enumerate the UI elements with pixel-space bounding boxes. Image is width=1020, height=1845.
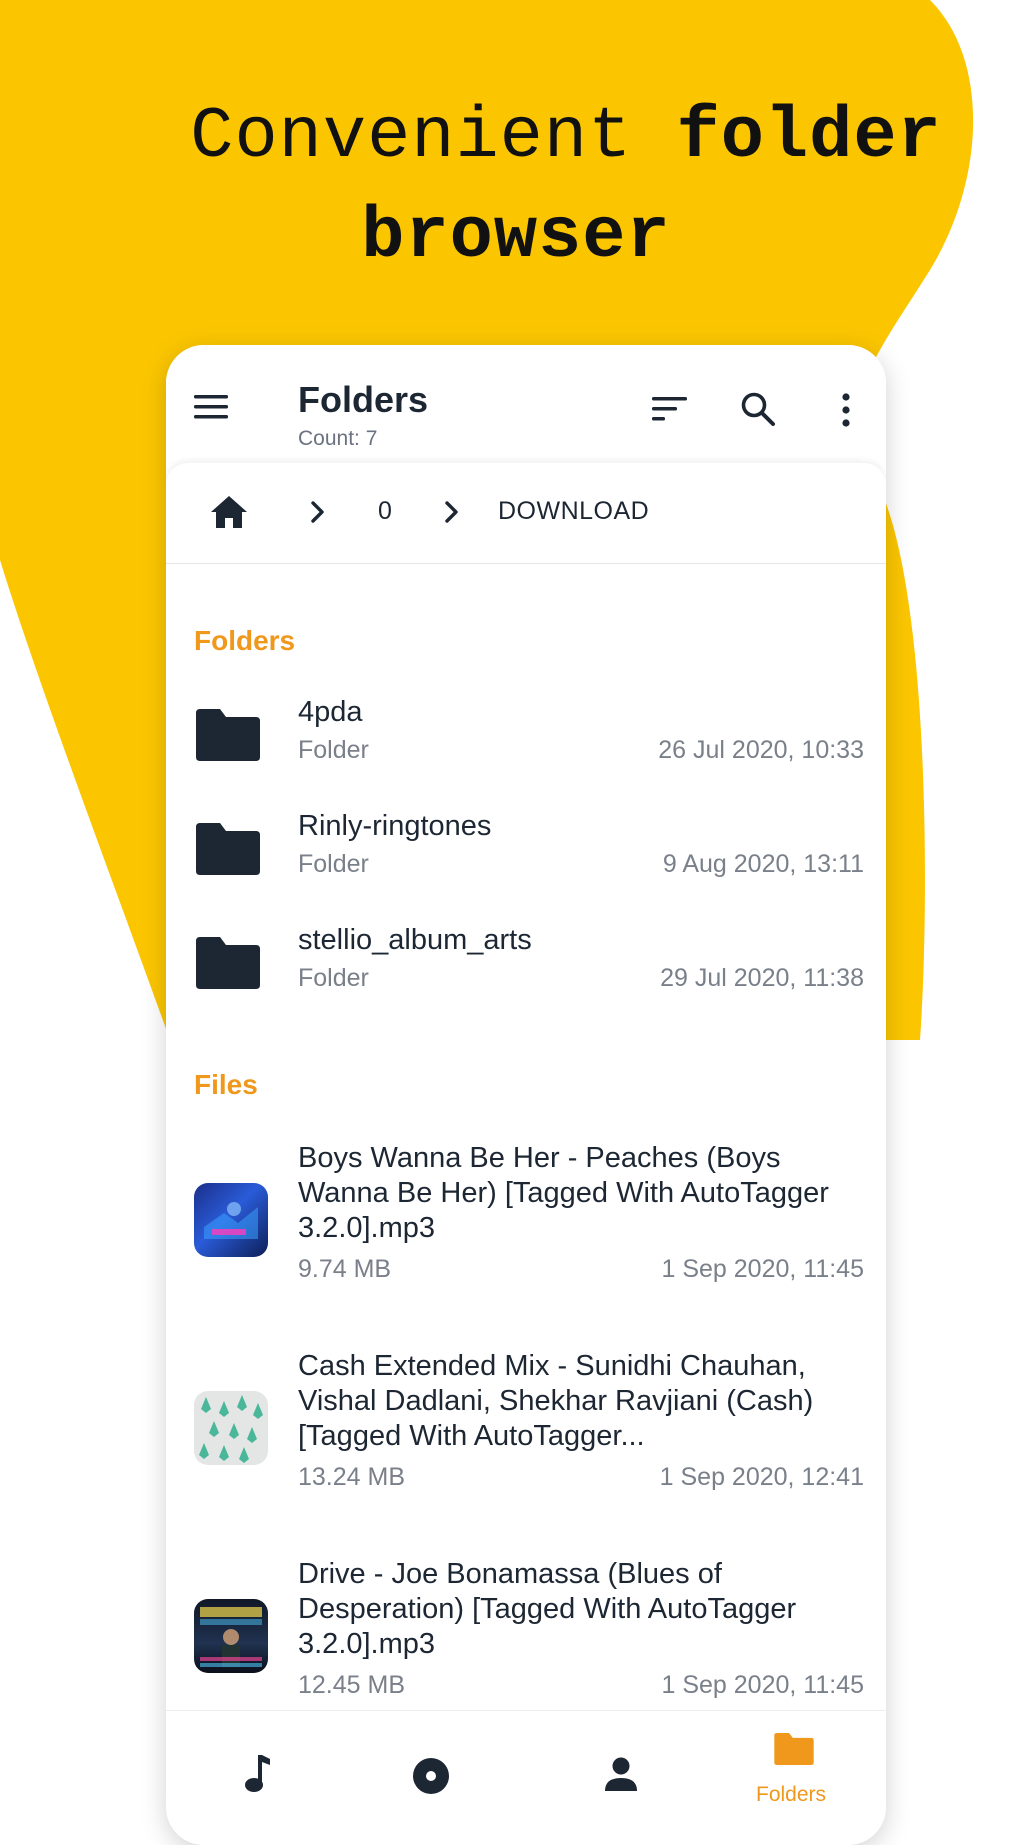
album-art-thumbnail [194,1599,268,1673]
disc-icon[interactable] [412,1757,450,1795]
headline-line1: Convenient folder [190,96,942,178]
folder-icon [774,1733,814,1765]
folder-name: 4pda [298,696,363,728]
nav-label-folders: Folders [756,1783,827,1806]
file-size: 12.45 MB [298,1671,406,1699]
folder-date: 29 Jul 2020, 11:38 [660,964,864,992]
breadcrumb-item-0[interactable]: 0 [378,497,392,526]
folder-date: 26 Jul 2020, 10:33 [658,736,864,764]
file-name: Cash Extended Mix - Sunidhi Chauhan, Vis… [298,1350,814,1452]
album-art-thumbnail [194,1391,268,1465]
headline-line2: browser [361,196,671,278]
folder-type: Folder [298,850,369,878]
search-icon[interactable] [740,391,776,427]
music-note-icon[interactable] [244,1755,270,1793]
bottom-navigation: Folders [166,1710,886,1845]
folder-icon [196,823,260,875]
folder-name: stellio_album_arts [298,924,532,956]
file-row[interactable]: Cash Extended Mix - Sunidhi Chauhan, Vis… [166,1349,886,1509]
more-vert-icon[interactable] [840,393,852,427]
file-name: Boys Wanna Be Her - Peaches (Boys Wanna … [298,1142,829,1244]
folder-row[interactable]: stellio_album_arts Folder 29 Jul 2020, 1… [166,923,886,1023]
folder-type: Folder [298,736,369,764]
chevron-right-icon [311,501,324,523]
menu-icon[interactable] [194,393,230,421]
app-bar: Folders Count: 7 [166,345,886,463]
folder-icon [196,937,260,989]
section-heading-folders: Folders [194,625,296,656]
file-date: 1 Sep 2020, 12:41 [659,1463,864,1491]
nav-item-folders[interactable] [752,1731,852,1831]
section-heading-files: Files [194,1069,258,1100]
file-size: 13.24 MB [298,1463,406,1491]
folder-date: 9 Aug 2020, 13:11 [662,850,864,878]
album-art-thumbnail [194,1183,268,1257]
file-date: 1 Sep 2020, 11:45 [661,1671,865,1699]
breadcrumb-item-download[interactable]: DOWNLOAD [498,497,649,526]
file-size: 9.74 MB [298,1255,392,1283]
folder-row[interactable]: Rinly-ringtones Folder 9 Aug 2020, 13:11 [166,809,886,909]
phone-screen: Folders Count: 7 0 DOWNLOAD Folders 4pda… [166,345,886,1845]
file-row[interactable]: Boys Wanna Be Her - Peaches (Boys Wanna … [166,1141,886,1301]
home-icon[interactable] [210,495,248,529]
folder-icon [196,709,260,761]
item-count: Count: 7 [298,427,378,450]
folder-type: Folder [298,964,369,992]
page-title: Folders [298,379,429,420]
file-name: Drive - Joe Bonamassa (Blues of Desperat… [298,1558,797,1660]
person-icon[interactable] [604,1757,638,1791]
file-row[interactable]: Drive - Joe Bonamassa (Blues of Desperat… [166,1557,886,1717]
folder-row[interactable]: 4pda Folder 26 Jul 2020, 10:33 [166,695,886,795]
sort-icon[interactable] [652,397,688,423]
breadcrumb: 0 DOWNLOAD [166,463,886,564]
chevron-right-icon [445,501,458,523]
folder-name: Rinly-ringtones [298,810,492,842]
file-date: 1 Sep 2020, 11:45 [661,1255,865,1283]
